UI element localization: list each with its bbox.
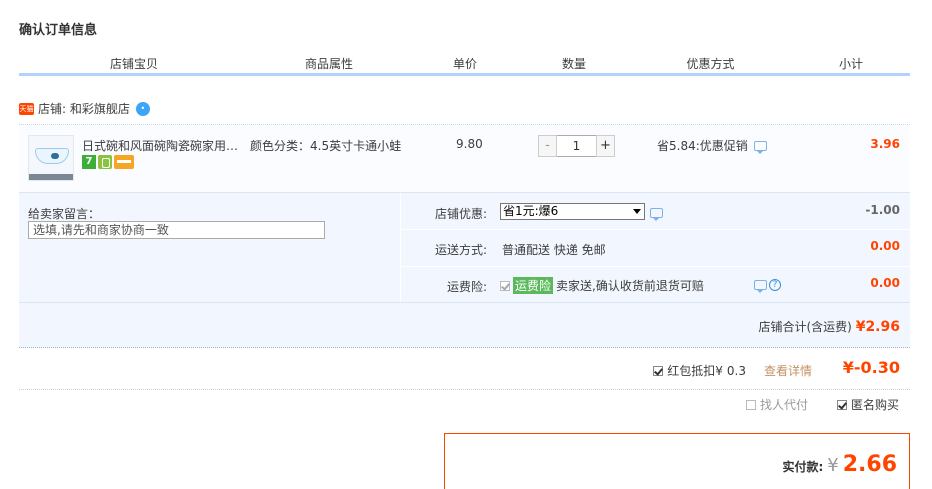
anonymous-checkbox[interactable]: [837, 399, 847, 410]
insurance-tag: 运费险: [513, 277, 554, 294]
quantity-minus-button[interactable]: -: [538, 135, 557, 157]
redpack-label: 红包抵扣¥: [667, 364, 723, 378]
item-subtotal: 3.96: [870, 137, 900, 151]
shipping-amount: 0.00: [870, 239, 900, 253]
quantity-stepper: - 1 +: [538, 135, 615, 157]
order-options: 给卖家留言： 选填,请先和商家协商一致 店铺优惠: 省1元:爆6 -1.00 运…: [19, 192, 910, 303]
proxy-pay-checkbox[interactable]: [746, 399, 756, 410]
service-icons: 7: [82, 155, 134, 169]
message-input[interactable]: 选填,请先和商家协商一致: [28, 221, 325, 239]
header-item: 店铺宝贝: [109, 57, 158, 71]
shop-discount-label: 店铺优惠:: [434, 207, 487, 221]
quantity-input[interactable]: 1: [557, 135, 596, 157]
question-icon[interactable]: ?: [769, 279, 781, 291]
shop-total-label: 店铺合计(含运费): [758, 320, 852, 334]
redpack-detail-link[interactable]: 查看详情: [764, 362, 812, 379]
quantity-plus-button[interactable]: +: [596, 135, 615, 157]
insurance-checkbox: [500, 280, 510, 291]
unit-price: 9.80: [456, 137, 483, 151]
product-name-link[interactable]: 日式碗和风面碗陶瓷碗家用…: [82, 137, 238, 154]
proxy-pay-label: 找人代付: [760, 398, 809, 412]
insurance-info: 运费险 卖家送,确认收货前退货可赔: [500, 277, 704, 294]
payment-label: 实付款:: [782, 460, 824, 474]
insurance-text: 卖家送,确认收货前退货可赔: [556, 279, 704, 293]
shop-info: 天猫 店铺: 和彩旗舰店 •: [19, 100, 150, 117]
bag-icon: [98, 155, 112, 169]
wangwang-icon[interactable]: •: [135, 101, 150, 116]
insurance-help[interactable]: ?: [754, 279, 781, 293]
page-title: 确认订单信息: [19, 23, 98, 38]
chat-icon[interactable]: [650, 208, 663, 221]
discount-info: 省5.84:优惠促销: [657, 137, 767, 154]
seven-day-return-icon: 7: [82, 155, 96, 169]
header-price: 单价: [452, 57, 477, 71]
payment-currency: ¥: [827, 455, 839, 476]
payment-box: 实付款: ¥ 2.66: [444, 433, 910, 489]
table-header: 店铺宝贝 商品属性 单价 数量 优惠方式 小计: [19, 52, 910, 76]
header-attribute: 商品属性: [304, 57, 353, 71]
anonymous-label: 匿名购买: [851, 398, 900, 412]
product-attribute: 颜色分类：4.5英寸卡通小蛙: [250, 139, 402, 153]
item-row: 日式碗和风面碗陶瓷碗家用… 7 颜色分类：4.5英寸卡通小蛙 9.80 - 1 …: [19, 124, 910, 192]
credit-card-icon: [114, 155, 134, 169]
bowl-image: [35, 148, 69, 164]
payment-line: 实付款: ¥ 2.66: [782, 452, 897, 477]
tmall-badge-icon: 天猫: [19, 102, 34, 115]
redpack-value: 0.3: [726, 363, 746, 378]
redpack-line: 红包抵扣¥ 0.3 查看详情: [653, 362, 812, 379]
chat-icon[interactable]: [753, 140, 767, 154]
shop-total: 店铺合计(含运费) ¥2.96: [19, 302, 910, 348]
shipping-label: 运送方式:: [434, 243, 487, 257]
message-label: 给卖家留言：: [28, 207, 101, 221]
shipping-value: 普通配送 快递 免邮: [502, 243, 606, 257]
shop-total-line: 店铺合计(含运费) ¥2.96: [759, 318, 901, 335]
shop-discount-amount: -1.00: [865, 203, 900, 217]
insurance-amount: 0.00: [870, 276, 900, 290]
chevron-down-icon: [633, 209, 641, 214]
proxy-pay-option[interactable]: 找人代付: [746, 396, 808, 413]
anonymous-option[interactable]: 匿名购买: [837, 396, 899, 413]
shop-discount-value: 省1元:爆6: [503, 204, 559, 218]
insurance-label: 运费险:: [446, 280, 487, 294]
chat-icon[interactable]: [754, 280, 767, 293]
header-quantity: 数量: [561, 57, 586, 71]
redpack-amount: ¥-0.30: [842, 358, 900, 377]
shop-discount-select[interactable]: 省1元:爆6: [500, 203, 645, 220]
shop-total-amount: ¥2.96: [855, 319, 900, 335]
product-thumbnail[interactable]: [28, 135, 74, 181]
redpack-row: 红包抵扣¥ 0.3 查看详情 ¥-0.30: [19, 348, 910, 390]
header-discount: 优惠方式: [686, 57, 735, 71]
redpack-checkbox[interactable]: [653, 365, 664, 376]
discount-text: 省5.84:优惠促销: [657, 139, 748, 153]
header-subtotal: 小计: [838, 57, 863, 71]
payment-amount: 2.66: [842, 452, 897, 477]
shop-name[interactable]: 店铺: 和彩旗舰店: [38, 100, 130, 117]
